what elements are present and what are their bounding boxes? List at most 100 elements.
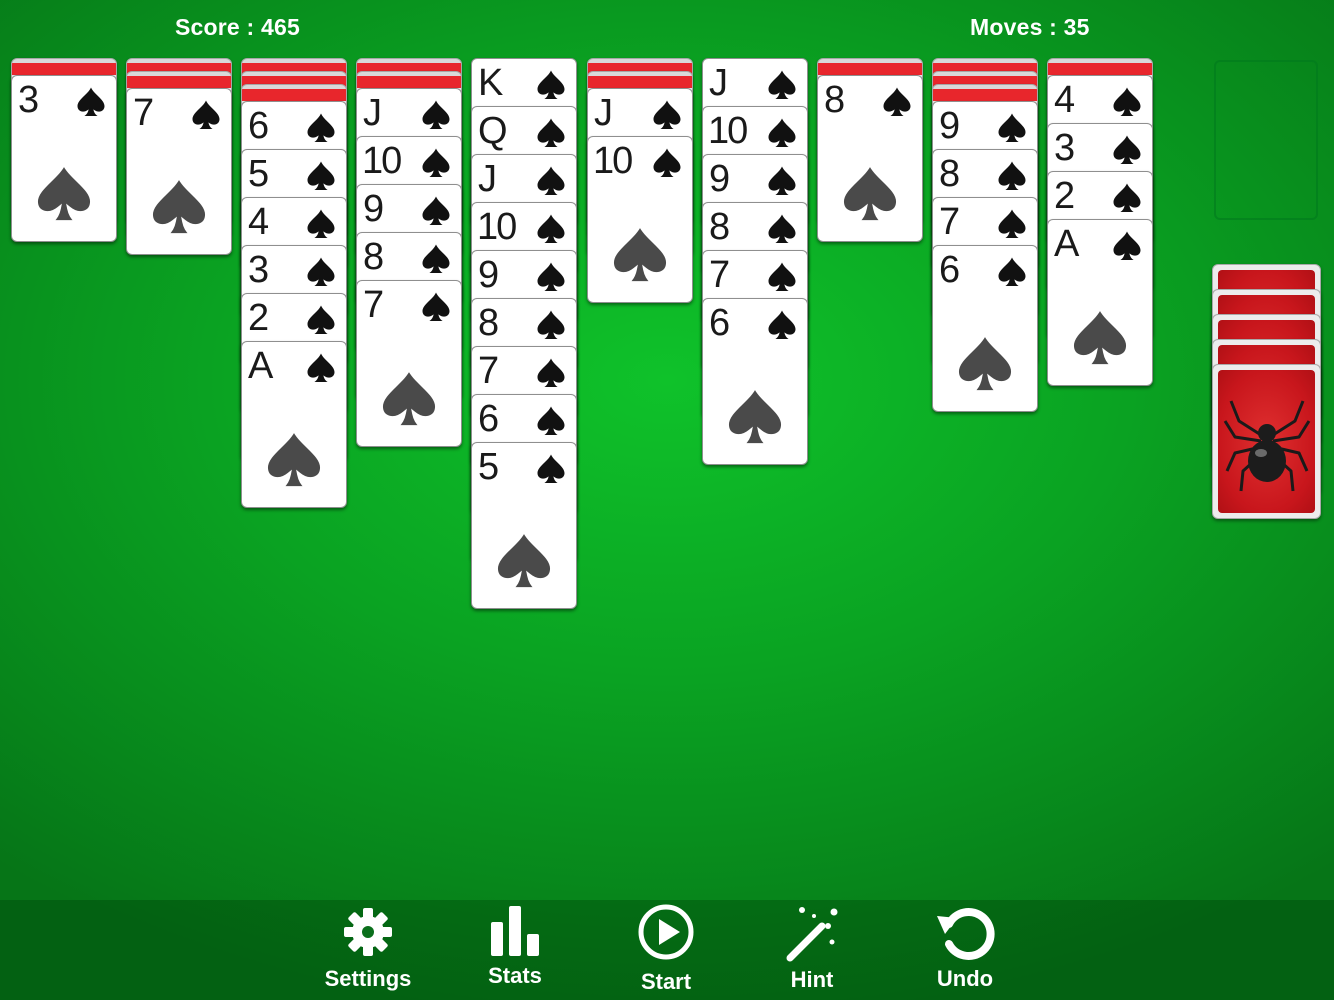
bottom-toolbar: Settings Stats Start Hint Undo xyxy=(0,900,1334,1000)
card-rank: 9 xyxy=(709,158,731,200)
tableau-column-9[interactable]: 9 8 7 6 xyxy=(932,58,1038,938)
card-rank: J xyxy=(478,158,497,200)
card-rank: 5 xyxy=(478,446,500,488)
spade-icon xyxy=(494,527,554,589)
start-button[interactable]: Start xyxy=(606,900,726,1000)
bar-chart-icon xyxy=(491,906,539,956)
undo-button[interactable]: Undo xyxy=(905,900,1025,1000)
hint-label: Hint xyxy=(790,967,834,992)
spade-icon xyxy=(537,214,565,243)
stats-label: Stats xyxy=(488,963,542,988)
spade-icon xyxy=(307,161,335,190)
playing-card[interactable]: 6 xyxy=(932,245,1038,412)
playing-card[interactable]: A xyxy=(1047,219,1153,386)
card-rank: 9 xyxy=(363,188,385,230)
playing-card[interactable]: 7 xyxy=(126,88,232,255)
card-rank: 10 xyxy=(593,140,633,182)
playing-card[interactable]: 7 xyxy=(356,280,462,447)
card-rank: 8 xyxy=(478,302,500,344)
score-display: Score : 465 xyxy=(175,14,300,40)
spade-icon xyxy=(768,262,796,291)
card-rank: 10 xyxy=(708,110,748,152)
card-rank: 9 xyxy=(478,254,500,296)
spade-icon xyxy=(610,221,670,283)
card-rank: 8 xyxy=(939,153,961,195)
foundation-slot xyxy=(1214,60,1318,220)
card-rank: 6 xyxy=(709,302,731,344)
card-rank: 7 xyxy=(478,350,500,392)
spade-icon xyxy=(998,113,1026,142)
spade-icon xyxy=(998,257,1026,286)
magic-wand-icon xyxy=(786,907,838,962)
spade-icon xyxy=(149,173,209,235)
spade-icon xyxy=(998,209,1026,238)
card-rank: Q xyxy=(478,110,508,152)
spade-icon xyxy=(192,100,220,129)
card-rank: 2 xyxy=(248,297,270,339)
tableau-column-10[interactable]: 4 3 2 A xyxy=(1047,58,1153,938)
spade-icon xyxy=(998,161,1026,190)
card-rank: 3 xyxy=(18,79,40,121)
tableau-column-5[interactable]: K Q J 10 9 8 7 6 5 xyxy=(471,58,577,938)
spade-icon xyxy=(77,87,105,116)
spade-icon xyxy=(1070,304,1130,366)
tableau-column-6[interactable]: J 10 xyxy=(587,58,693,938)
undo-label: Undo xyxy=(936,966,994,991)
spade-icon xyxy=(307,353,335,382)
hint-button[interactable]: Hint xyxy=(752,900,872,1000)
playing-card[interactable]: 6 xyxy=(702,298,808,465)
card-rank: 4 xyxy=(248,201,270,243)
tableau-column-8[interactable]: 8 xyxy=(817,58,923,938)
undo-arrow-icon xyxy=(937,908,995,960)
card-rank: J xyxy=(709,62,728,104)
tableau-column-1[interactable]: 3 xyxy=(11,58,117,938)
card-rank: 3 xyxy=(1054,127,1076,169)
stock-pile[interactable] xyxy=(1212,264,1321,522)
tableau-column-2[interactable]: 7 xyxy=(126,58,232,938)
card-rank: 2 xyxy=(1054,175,1076,217)
spade-icon xyxy=(307,209,335,238)
tableau-column-3[interactable]: 6 5 4 3 2 A xyxy=(241,58,347,938)
moves-display: Moves : 35 xyxy=(970,14,1090,40)
spade-icon xyxy=(653,148,681,177)
playing-card[interactable]: A xyxy=(241,341,347,508)
spade-icon xyxy=(955,330,1015,392)
card-rank: 10 xyxy=(362,140,402,182)
spade-icon xyxy=(34,160,94,222)
card-rank: 7 xyxy=(709,254,731,296)
spade-icon xyxy=(725,383,785,445)
playing-card[interactable]: 8 xyxy=(817,75,923,242)
card-rank: J xyxy=(594,92,613,134)
playing-card[interactable]: 3 xyxy=(11,75,117,242)
spade-icon xyxy=(537,454,565,483)
playing-card[interactable]: 10 xyxy=(587,136,693,303)
spade-icon xyxy=(768,310,796,339)
card-rank: 6 xyxy=(939,249,961,291)
spade-icon xyxy=(422,244,450,273)
tableau-column-7[interactable]: J 10 9 8 7 6 xyxy=(702,58,808,938)
stock-card[interactable] xyxy=(1212,364,1321,519)
gear-icon xyxy=(344,908,392,956)
spade-icon xyxy=(1113,183,1141,212)
playing-card[interactable]: 5 xyxy=(471,442,577,609)
spade-icon xyxy=(1113,231,1141,260)
stats-button[interactable]: Stats xyxy=(455,900,575,1000)
spade-icon xyxy=(768,214,796,243)
spade-icon xyxy=(264,426,324,488)
settings-button[interactable]: Settings xyxy=(308,900,428,1000)
card-rank: 3 xyxy=(248,249,270,291)
spade-icon xyxy=(1113,87,1141,116)
tableau-column-4[interactable]: J 10 9 8 7 xyxy=(356,58,462,938)
start-label: Start xyxy=(640,969,692,994)
card-rank: 7 xyxy=(363,284,385,326)
spade-icon xyxy=(379,365,439,427)
spade-icon xyxy=(422,196,450,225)
card-rank: K xyxy=(478,62,504,104)
spade-icon xyxy=(537,310,565,339)
spade-icon xyxy=(1113,135,1141,164)
card-rank: J xyxy=(363,92,382,134)
card-rank: 4 xyxy=(1054,79,1076,121)
card-rank: 8 xyxy=(824,79,846,121)
spade-icon xyxy=(422,148,450,177)
spade-icon xyxy=(768,118,796,147)
